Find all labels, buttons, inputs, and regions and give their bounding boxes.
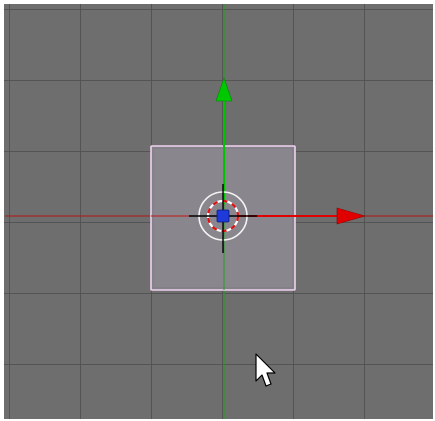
mouse-pointer-icon xyxy=(255,353,276,387)
pivot-point-icon[interactable] xyxy=(216,209,230,223)
manipulator-y-arrow-icon xyxy=(215,77,233,102)
viewport-overlay xyxy=(5,4,433,419)
manipulator-x-arrow-icon xyxy=(336,207,367,225)
